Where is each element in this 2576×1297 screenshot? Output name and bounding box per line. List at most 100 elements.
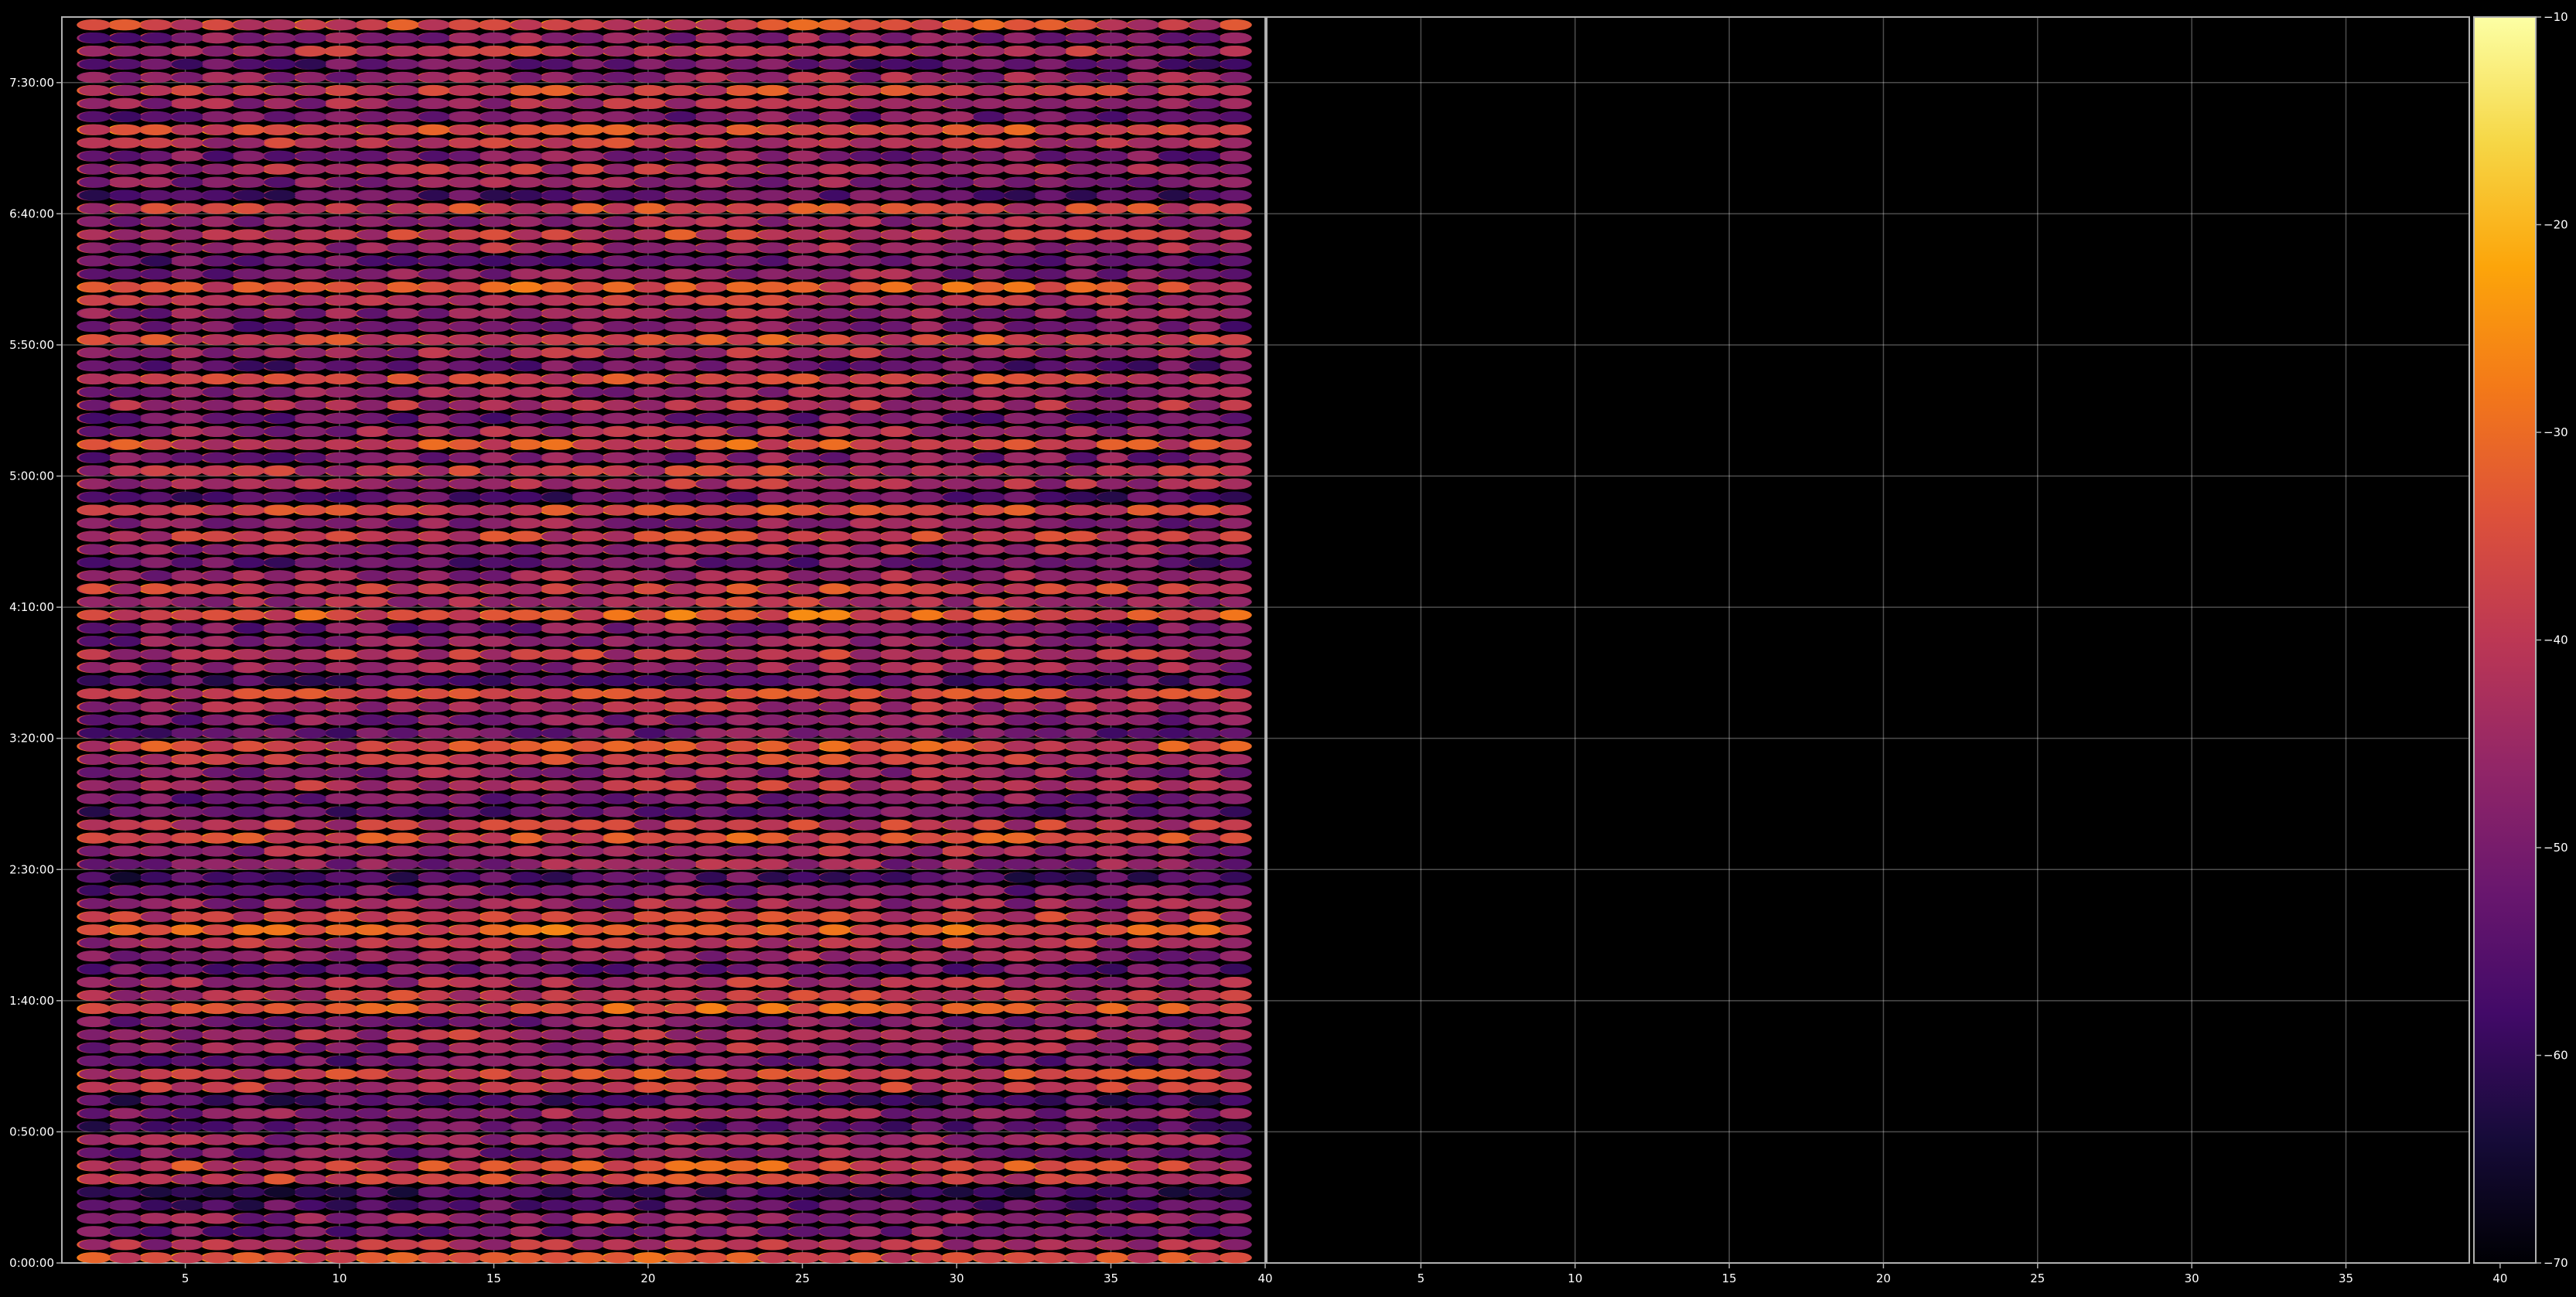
heatmap-cell — [727, 1173, 759, 1184]
heatmap-cell — [110, 1029, 142, 1040]
heatmap-cell — [449, 1135, 481, 1145]
heatmap-cell — [727, 845, 759, 856]
heatmap-cell — [418, 1213, 450, 1224]
heatmap-cell — [881, 1252, 913, 1263]
heatmap-cell — [1158, 924, 1190, 935]
heatmap-cell — [510, 1213, 542, 1224]
heatmap-cell — [326, 1252, 357, 1263]
heatmap-cell — [326, 858, 357, 869]
heatmap-cell — [603, 1121, 635, 1132]
heatmap-cell — [850, 833, 882, 844]
x-tick-label: 10 — [333, 1271, 347, 1285]
heatmap-cell — [974, 1029, 1005, 1040]
heatmap-cell — [757, 872, 789, 882]
heatmap-cell — [326, 1069, 357, 1080]
heatmap-cell — [449, 1213, 481, 1224]
heatmap-cell — [819, 964, 851, 974]
heatmap-cell — [1158, 1108, 1190, 1119]
heatmap-cell — [1066, 1095, 1097, 1106]
heatmap-cell — [510, 1252, 542, 1263]
heatmap-cell — [881, 872, 913, 882]
heatmap-cell — [1004, 885, 1036, 896]
heatmap-cell — [634, 1252, 666, 1263]
heatmap-cell — [449, 1148, 481, 1159]
heatmap-cell — [572, 1239, 604, 1250]
heatmap-cell — [234, 898, 265, 909]
heatmap-cell — [757, 1056, 789, 1067]
heatmap-cell — [387, 1082, 419, 1093]
heatmap-cell — [603, 820, 635, 831]
heatmap-cell — [974, 898, 1005, 909]
heatmap-cell — [788, 1043, 820, 1053]
heatmap-cell — [1066, 1069, 1097, 1080]
heatmap-cell — [603, 1016, 635, 1027]
heatmap-cell — [480, 1016, 512, 1027]
heatmap-cell — [480, 911, 512, 922]
heatmap-cell — [1097, 951, 1128, 961]
heatmap-cell — [295, 964, 326, 974]
heatmap-cell — [295, 1056, 326, 1067]
heatmap-cell — [696, 858, 728, 869]
heatmap-cell — [357, 951, 388, 961]
heatmap-cell — [541, 1095, 573, 1106]
heatmap-cell — [819, 951, 851, 961]
heatmap-cell — [79, 1121, 111, 1132]
heatmap-cell — [943, 872, 974, 882]
heatmap-cell — [172, 1213, 203, 1224]
heatmap-cell — [819, 1173, 851, 1184]
heatmap-cell — [1128, 1252, 1159, 1263]
heatmap-cell — [79, 872, 111, 882]
heatmap-cell — [480, 951, 512, 961]
heatmap-cell — [727, 951, 759, 961]
heatmap-cell — [603, 872, 635, 882]
heatmap-cell — [943, 1016, 974, 1027]
heatmap-cell — [1158, 1043, 1190, 1053]
heatmap-cell — [141, 872, 172, 882]
heatmap-cell — [912, 1069, 943, 1080]
heatmap-cell — [757, 807, 789, 817]
heatmap-cell — [1066, 990, 1097, 1001]
heatmap-cell — [264, 885, 295, 896]
heatmap-cell — [974, 951, 1005, 961]
heatmap-cell — [1097, 1186, 1128, 1197]
heatmap-cell — [387, 1226, 419, 1237]
heatmap-cell — [541, 807, 573, 817]
heatmap-cell — [1004, 924, 1036, 935]
heatmap-cell — [1035, 951, 1066, 961]
heatmap-cell — [449, 845, 481, 856]
heatmap-cell — [881, 1121, 913, 1132]
heatmap-cell — [79, 1173, 111, 1184]
heatmap-cell — [757, 1135, 789, 1145]
heatmap-cell — [1220, 1252, 1251, 1263]
heatmap-cell — [1189, 1160, 1221, 1171]
heatmap-cell — [788, 1108, 820, 1119]
heatmap-cell — [819, 1029, 851, 1040]
heatmap-cell — [418, 807, 450, 817]
heatmap-cell — [203, 964, 234, 974]
heatmap-cell — [172, 1082, 203, 1093]
heatmap-cell — [1035, 1082, 1066, 1093]
heatmap-chart: 5101520253035400:00:000:50:001:40:002:30… — [0, 0, 2576, 1293]
heatmap-cell — [79, 898, 111, 909]
heatmap-cell — [541, 964, 573, 974]
heatmap-cell — [480, 1186, 512, 1197]
heatmap-cell — [757, 1226, 789, 1237]
heatmap-cell — [418, 990, 450, 1001]
heatmap-cell — [1097, 1226, 1128, 1237]
heatmap-cell — [541, 1160, 573, 1171]
heatmap-cell — [1066, 924, 1097, 935]
heatmap-cell — [449, 872, 481, 882]
heatmap-cell — [819, 1003, 851, 1014]
heatmap-cell — [1004, 820, 1036, 831]
heatmap-cell — [357, 1069, 388, 1080]
heatmap-cell — [449, 937, 481, 948]
heatmap-cell — [634, 1043, 666, 1053]
heatmap-cell — [912, 1186, 943, 1197]
heatmap-cell — [1066, 1121, 1097, 1132]
heatmap-cell — [1035, 885, 1066, 896]
heatmap-cell — [1004, 872, 1036, 882]
heatmap-cell — [357, 1186, 388, 1197]
heatmap-cell — [326, 1186, 357, 1197]
heatmap-cell — [1004, 977, 1036, 988]
heatmap-cell — [1128, 1186, 1159, 1197]
